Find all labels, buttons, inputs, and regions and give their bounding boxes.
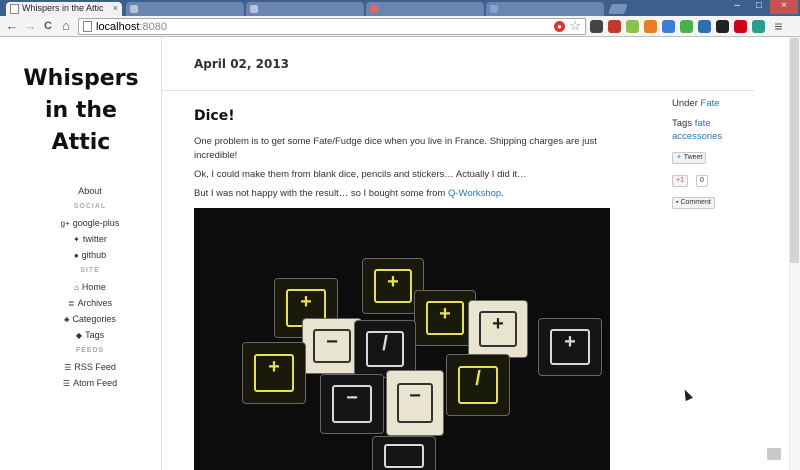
q-workshop-link[interactable]: Q-Workshop <box>448 188 501 199</box>
sidebar-item-google-plus[interactable]: g+ google-plus <box>0 215 180 231</box>
die-image: − <box>320 374 384 434</box>
sidebar-item-github[interactable]: ● github <box>0 247 180 263</box>
nav-heading-site: SITE <box>80 267 100 274</box>
sidebar-item-tags[interactable]: ◆ Tags <box>0 327 180 343</box>
blog-title[interactable]: Whispers in the Attic <box>0 63 162 159</box>
comment-icon: ▪ <box>676 199 679 206</box>
category-line: Under Fate <box>672 98 720 109</box>
forward-button[interactable]: → <box>22 18 38 34</box>
browser-tab[interactable] <box>366 2 484 16</box>
comment-button[interactable]: ▪ Comment <box>672 197 715 209</box>
extension-icon[interactable] <box>662 20 675 33</box>
tab-title: Whispers in the Attic <box>22 3 104 13</box>
sidebar-item-categories[interactable]: ♣ Categories <box>0 311 180 327</box>
page-icon <box>83 21 92 32</box>
sidebar-item-atom-feed[interactable]: ☰ Atom Feed <box>0 375 180 391</box>
scrollbar-thumb[interactable] <box>790 38 799 263</box>
corner-overlay-button[interactable] <box>767 448 781 460</box>
die-image: / <box>446 354 510 416</box>
die-image: − <box>302 318 362 374</box>
browser-tab[interactable] <box>486 2 604 16</box>
google-plus-icon: g+ <box>60 219 70 228</box>
die-image: − <box>386 370 444 436</box>
post-main: April 02, 2013 Dice! One problem is to g… <box>162 37 800 470</box>
post-paragraph: But I was not happy with the result… so … <box>194 188 504 199</box>
sidebar-item-rss-feed[interactable]: ☰ RSS Feed <box>0 359 180 375</box>
extension-icon[interactable] <box>752 20 765 33</box>
sidebar-item-archives[interactable]: ≣ Archives <box>0 295 180 311</box>
extension-icon[interactable] <box>716 20 729 33</box>
tab-close-icon[interactable]: × <box>113 2 118 15</box>
twitter-icon: ✦ <box>73 235 80 244</box>
rss-icon: ☰ <box>64 363 72 372</box>
sidebar-nav: About SOCIAL g+ google-plus ✦ twitter ● git… <box>0 183 180 391</box>
browser-toolbar: ← → C ⌂ localhost:8080 ● ☆ ≡ <box>0 16 800 37</box>
browser-tab[interactable] <box>246 2 364 16</box>
tweet-button[interactable]: ✦ Tweet <box>672 152 707 164</box>
maximize-button[interactable]: □ <box>748 0 770 14</box>
plus-one-count: 0 <box>696 175 708 187</box>
twitter-bird-icon: ✦ <box>676 154 682 161</box>
minimize-button[interactable]: – <box>726 0 748 14</box>
post-title[interactable]: Dice! <box>194 108 235 124</box>
extension-icon[interactable] <box>590 20 603 33</box>
die-image <box>372 436 436 470</box>
extension-icon[interactable] <box>734 20 747 33</box>
dice-photo: + + + + + − / + − − / <box>194 208 610 470</box>
window-close-button[interactable]: × <box>770 0 798 14</box>
tags-icon: ◆ <box>75 331 83 340</box>
back-button[interactable]: ← <box>4 18 20 34</box>
die-image: + <box>242 342 306 404</box>
atom-icon: ☰ <box>62 379 71 388</box>
date-header: April 02, 2013 <box>162 37 754 91</box>
archives-icon: ≣ <box>67 299 75 308</box>
tag-link[interactable]: fate <box>695 118 711 129</box>
nav-heading-feeds: FEEDS <box>75 347 105 354</box>
tags-line: Tags fate accessories <box>672 118 723 142</box>
extension-icon[interactable] <box>698 20 711 33</box>
menu-icon[interactable]: ≡ <box>772 19 785 33</box>
sidebar-item-about[interactable]: About <box>0 183 180 199</box>
die-image: + <box>538 318 602 376</box>
post-meta: Under Fate Tags fate accessories <box>672 97 762 143</box>
category-link[interactable]: Fate <box>701 98 720 109</box>
page-favicon-icon <box>10 4 19 14</box>
home-button[interactable]: ⌂ <box>58 18 74 34</box>
reload-button[interactable]: C <box>40 18 56 34</box>
extension-icon[interactable] <box>680 20 693 33</box>
post-paragraph: Ok, I could make them from blank dice, p… <box>194 169 527 180</box>
die-image: + <box>468 300 528 358</box>
post-date: April 02, 2013 <box>194 57 290 71</box>
new-tab-button[interactable] <box>608 4 628 14</box>
address-bar[interactable]: localhost:8080 ● ☆ <box>78 18 586 35</box>
tab-favicon-icon <box>130 5 138 13</box>
die-image: + <box>414 290 476 346</box>
blocked-content-icon[interactable]: ● <box>554 21 565 32</box>
github-icon: ● <box>73 251 79 260</box>
bookmark-star-icon[interactable]: ☆ <box>569 18 581 34</box>
extension-icon[interactable] <box>626 20 639 33</box>
tag-link[interactable]: accessories <box>672 131 722 142</box>
blog-sidebar: Whispers in the Attic About SOCIAL g+ goo… <box>0 37 162 470</box>
nav-heading-social: SOCIAL <box>73 203 107 210</box>
tab-favicon-icon <box>250 5 258 13</box>
plus-one-button[interactable]: +1 <box>672 175 688 187</box>
browser-tab-strip: Whispers in the Attic × – □ × <box>0 0 800 16</box>
sidebar-item-home[interactable]: ⌂ Home <box>0 279 180 295</box>
post-paragraph: One problem is to get some Fate/Fudge di… <box>194 136 597 161</box>
extension-icon[interactable] <box>608 20 621 33</box>
tab-favicon-icon <box>490 5 498 13</box>
home-icon: ⌂ <box>74 283 79 292</box>
sidebar-item-twitter[interactable]: ✦ twitter <box>0 231 180 247</box>
browser-tab-active[interactable]: Whispers in the Attic × <box>6 2 122 16</box>
categories-icon: ♣ <box>64 315 70 324</box>
url-text[interactable]: localhost:8080 <box>96 21 167 33</box>
browser-tab[interactable] <box>126 2 244 16</box>
extension-icon[interactable] <box>644 20 657 33</box>
tab-favicon-icon <box>370 5 378 13</box>
